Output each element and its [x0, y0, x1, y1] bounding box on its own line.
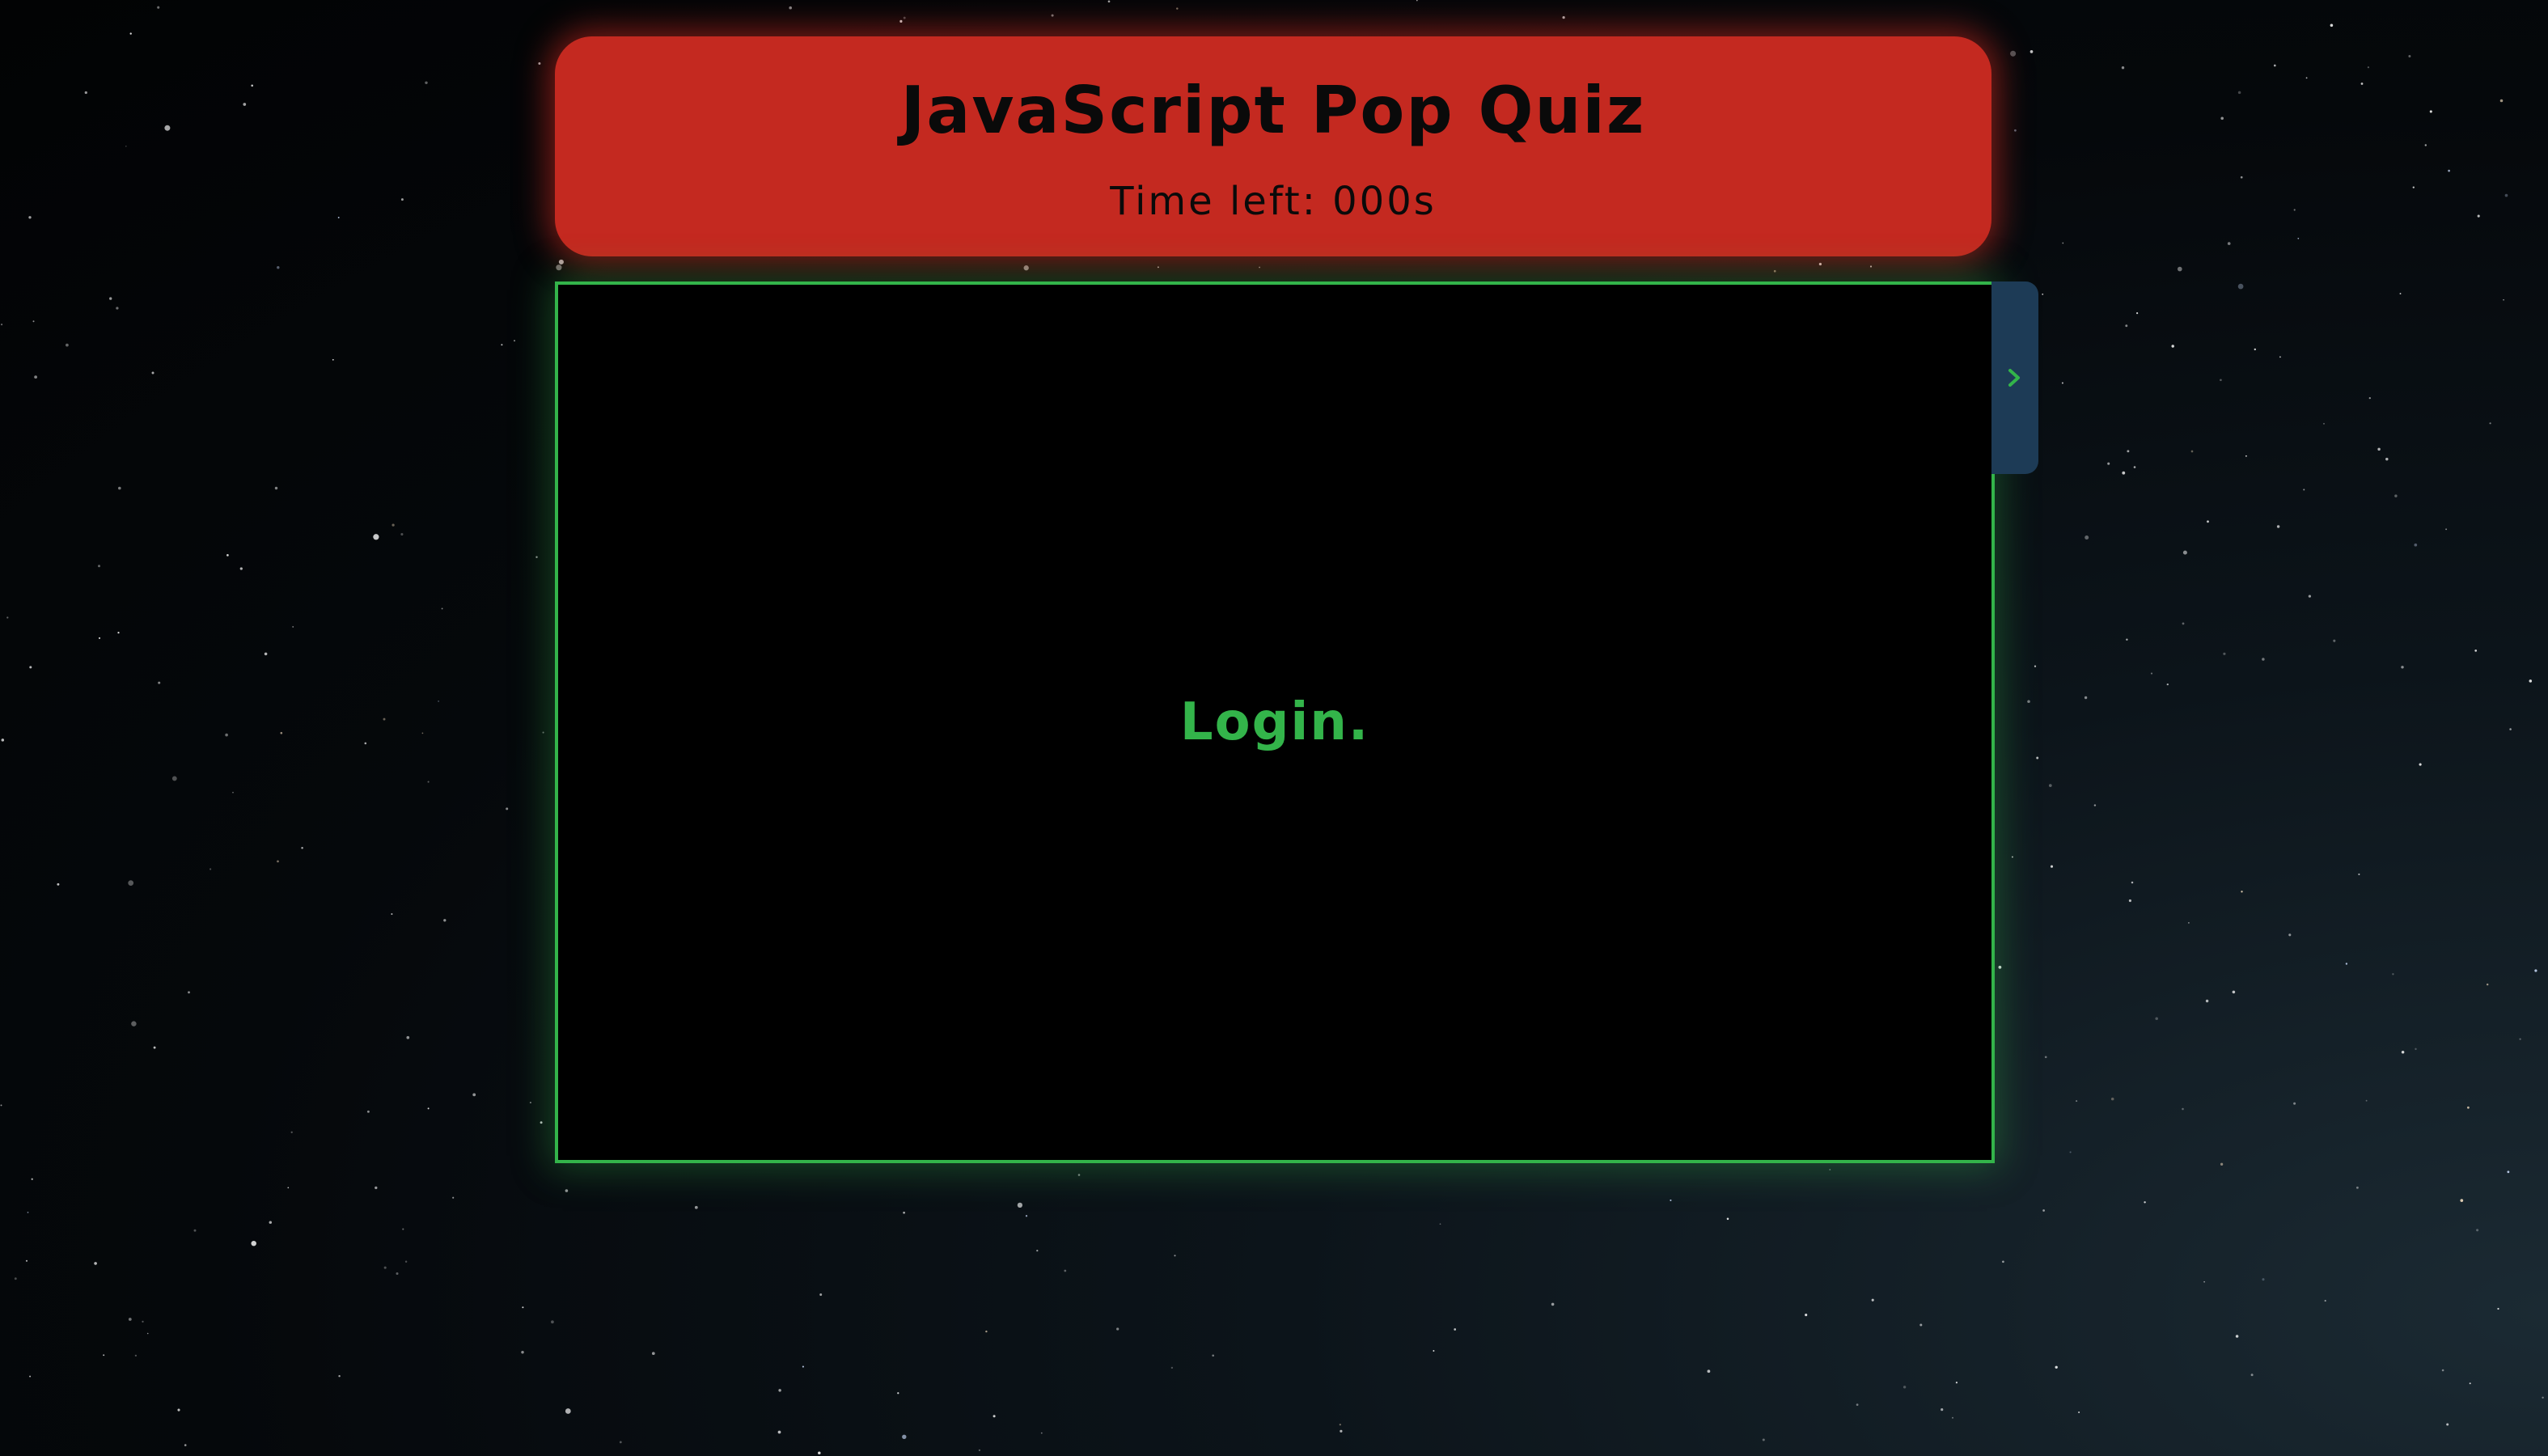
time-left-counter: Time left: 000s — [1110, 179, 1437, 224]
page-title: JavaScript Pop Quiz — [900, 73, 1646, 148]
side-drawer-toggle-button[interactable] — [1991, 281, 2038, 474]
quiz-header: JavaScript Pop Quiz Time left: 000s — [555, 36, 1991, 256]
quiz-content-panel: Login. — [555, 281, 1995, 1163]
login-message: Login. — [1179, 692, 1370, 752]
chevron-right-icon — [2008, 369, 2020, 387]
